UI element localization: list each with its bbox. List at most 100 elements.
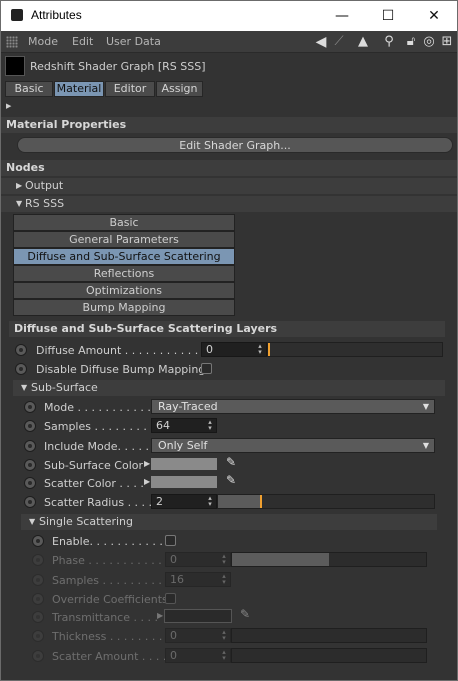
diffuse-amount-input[interactable]: 0 ▴ ▾ [201,342,267,357]
forward-arrow-icon[interactable]: ⟋ [331,34,347,50]
override-anim-icon[interactable] [32,593,44,605]
scatter-amount-input[interactable]: 0 ▴ ▾ [165,648,231,663]
thickness-slider[interactable] [231,628,427,643]
title-bar[interactable]: Attributes — ☐ ✕ [1,1,457,31]
phase-label: Phase . . . . . . . . . . . [52,554,162,567]
samples-anim-icon[interactable] [24,420,36,432]
scatter-radius-slider[interactable] [217,494,435,509]
phase-anim-icon[interactable] [32,554,44,566]
node-output[interactable]: ▶ Output [1,178,457,194]
page-general-parameters[interactable]: General Parameters [13,231,235,248]
mode-dropdown[interactable]: Ray-Traced ▼ [151,399,435,414]
target-icon[interactable]: ◎ [421,34,437,50]
samples-input[interactable]: 64 ▴ ▾ [151,418,217,433]
tab-basic[interactable]: Basic [5,81,53,97]
minimize-button[interactable]: — [319,1,365,31]
material-properties-header: Material Properties [1,117,457,133]
expand-arrow-icon[interactable]: ▶ [6,102,11,110]
transmittance-swatch[interactable] [164,609,232,623]
single-scattering-expanded-icon[interactable]: ▼ [29,514,35,530]
transmittance-anim-icon[interactable] [32,611,44,623]
edit-shader-graph-button[interactable]: Edit Shader Graph... [17,137,453,153]
single-samples-input[interactable]: 16 ▴ ▾ [165,572,231,587]
eyedropper-icon[interactable]: ✎ [240,607,250,621]
menu-bar: Mode Edit User Data ◀ ⟋ ▲ ⚲ 🔓︎ ◎ ⊞ [1,31,457,53]
object-header: Redshift Shader Graph [RS SSS] Basic Mat… [1,54,457,98]
menu-edit[interactable]: Edit [72,35,93,48]
nodes-header: Nodes [1,160,457,176]
diffuse-amount-label: Diffuse Amount . . . . . . . . . . . . . [36,344,213,357]
lock-icon[interactable]: 🔓︎ [403,34,419,50]
mode-label: Mode . . . . . . . . . . . [44,401,151,414]
thickness-input[interactable]: 0 ▴ ▾ [165,628,231,643]
tab-material[interactable]: Material [54,81,104,97]
attributes-window: Attributes — ☐ ✕ Mode Edit User Data ◀ ⟋… [0,0,458,681]
scatter-color-anim-icon[interactable] [24,477,36,489]
include-mode-anim-icon[interactable] [24,440,36,452]
maximize-button[interactable]: ☐ [365,1,411,31]
tab-editor[interactable]: Editor [105,81,155,97]
menu-user-data[interactable]: User Data [106,35,161,48]
back-arrow-icon[interactable]: ◀ [313,34,329,50]
override-checkbox[interactable] [165,593,176,604]
samples-label: Samples . . . . . . . . . [44,420,154,433]
disable-bump-checkbox[interactable] [201,363,212,374]
subsurface-expanded-icon[interactable]: ▼ [21,380,27,396]
node-rs-sss-label: RS SSS [25,197,65,210]
tab-assign[interactable]: Assign [156,81,203,97]
page-bump-mapping[interactable]: Bump Mapping [13,299,235,316]
phase-slider[interactable] [231,552,427,567]
transmittance-label: Transmittance . . . . [52,611,158,624]
include-mode-dropdown[interactable]: Only Self ▼ [151,438,435,453]
scatter-radius-anim-icon[interactable] [24,496,36,508]
menu-mode[interactable]: Mode [28,35,58,48]
enable-checkbox[interactable] [165,535,176,546]
new-window-icon[interactable]: ⊞ [439,34,455,50]
diffuse-sss-header: Diffuse and Sub-Surface Scattering Layer… [9,321,445,337]
scatter-radius-slider-marker [260,495,262,508]
page-diffuse-sss[interactable]: Diffuse and Sub-Surface Scattering Layer… [13,248,235,278]
chevron-down-icon: ▼ [422,441,429,450]
subsurface-color-swatch[interactable] [150,457,218,471]
page-optimizations[interactable]: Optimizations [13,282,235,299]
scatter-color-swatch[interactable] [150,475,218,489]
close-button[interactable]: ✕ [411,1,457,31]
diffuse-amount-anim-icon[interactable] [15,344,27,356]
expand-arrow-icon[interactable]: ▶ [157,611,163,620]
scatter-radius-input[interactable]: 2 ▴ ▾ [151,494,217,509]
mode-anim-icon[interactable] [24,401,36,413]
diffuse-amount-slider[interactable] [267,342,443,357]
thickness-anim-icon[interactable] [32,630,44,642]
expanded-arrow-icon[interactable]: ▼ [16,196,22,212]
scatter-amount-slider[interactable] [231,648,427,663]
page-basic[interactable]: Basic [13,214,235,231]
scatter-radius-label: Scatter Radius . . . . [44,496,153,509]
phase-input[interactable]: 0 ▴ ▾ [165,552,231,567]
eyedropper-icon[interactable]: ✎ [226,473,236,487]
node-output-label: Output [25,179,64,192]
window-title: Attributes [31,8,82,22]
eyedropper-icon[interactable]: ✎ [226,455,236,469]
single-scattering-header[interactable]: ▼ Single Scattering [21,514,437,530]
pointer-up-icon[interactable]: ▲ [355,34,371,50]
diffuse-amount-slider-marker [268,343,270,356]
scatter-amount-label: Scatter Amount . . . . [52,650,167,663]
app-icon [11,9,23,21]
enable-label: Enable. . . . . . . . . . . [52,535,163,548]
subsurface-header[interactable]: ▼ Sub-Surface [13,380,445,396]
disable-bump-label: Disable Diffuse Bump Mapping [36,363,206,376]
disable-bump-anim-icon[interactable] [15,363,27,375]
page-reflections[interactable]: Reflections [13,265,235,282]
scatter-amount-anim-icon[interactable] [32,650,44,662]
subsurface-color-label: Sub-Surface Color [44,459,144,472]
search-icon[interactable]: ⚲ [381,34,397,50]
collapsed-arrow-icon[interactable]: ▶ [16,178,22,194]
node-rs-sss[interactable]: ▼ RS SSS [1,196,457,212]
phase-slider-fill [232,553,329,566]
scatter-color-label: Scatter Color . . . . [44,477,144,490]
material-preview [5,56,25,76]
grip-icon[interactable] [6,36,18,48]
subsurface-color-anim-icon[interactable] [24,459,36,471]
single-samples-anim-icon[interactable] [32,574,44,586]
enable-anim-icon[interactable] [32,535,44,547]
